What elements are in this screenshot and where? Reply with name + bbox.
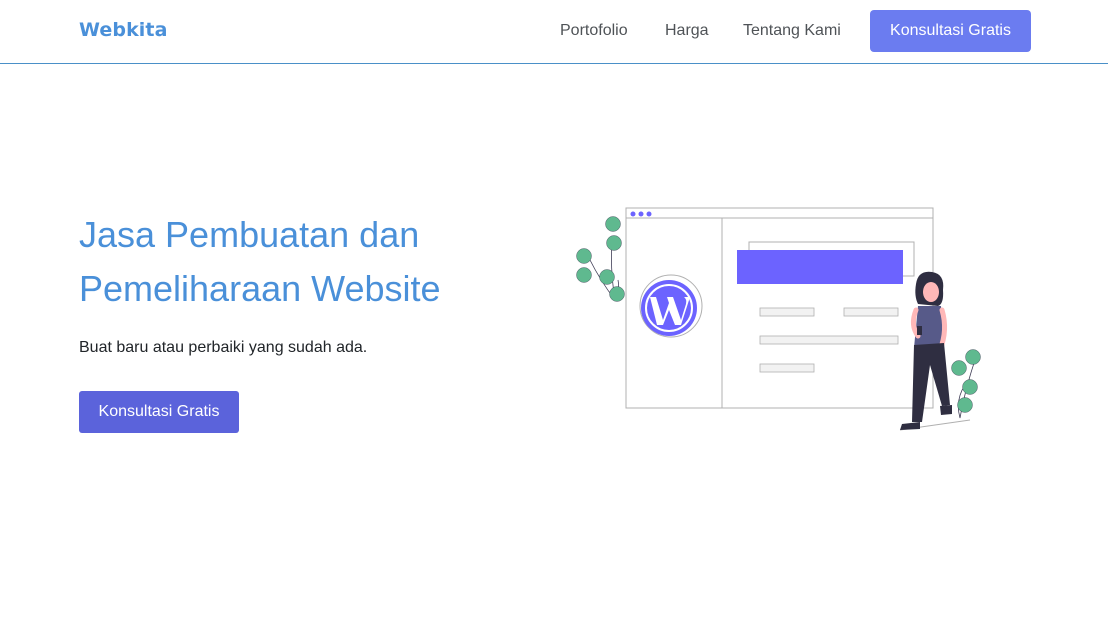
plant-left — [576, 216, 625, 302]
hero-title: Jasa Pembuatan dan Pemeliharaan Website — [79, 208, 539, 316]
hero-title-line-2: Pemeliharaan Website — [79, 268, 441, 309]
plant-right — [951, 349, 981, 419]
hero-consult-button[interactable]: Konsultasi Gratis — [79, 391, 239, 433]
nav-link-tentang-kami[interactable]: Tentang Kami — [743, 22, 841, 40]
brand-logo[interactable]: Webkita — [79, 19, 168, 41]
hero-illustration — [576, 207, 981, 431]
nav-link-portofolio[interactable]: Portofolio — [560, 22, 628, 40]
hero-subtitle: Buat baru atau perbaiki yang sudah ada. — [79, 339, 368, 356]
nav-consult-button[interactable]: Konsultasi Gratis — [870, 10, 1031, 52]
wordpress-icon — [639, 274, 703, 338]
nav-link-harga[interactable]: Harga — [665, 22, 709, 40]
hero-title-line-1: Jasa Pembuatan dan — [79, 214, 420, 255]
navbar: Webkita Portofolio Harga Tentang Kami Ko… — [0, 0, 1108, 64]
